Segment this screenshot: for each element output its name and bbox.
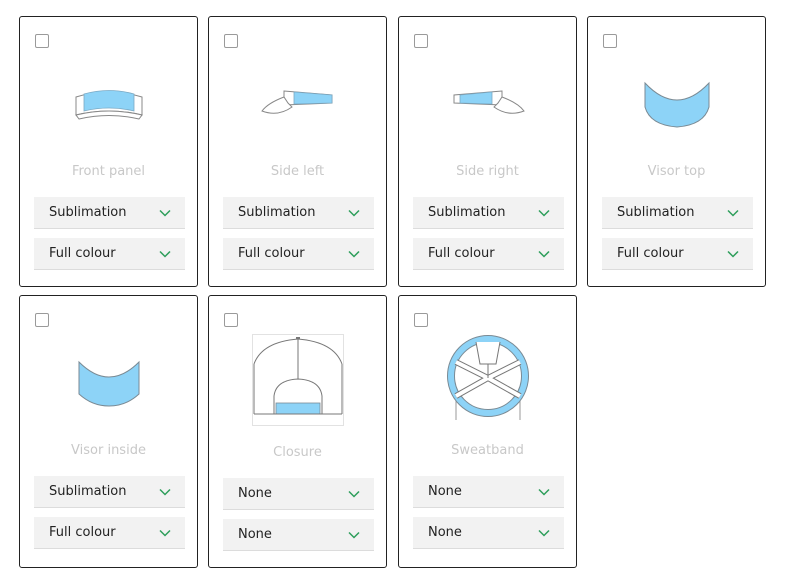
checkbox[interactable] — [35, 34, 49, 48]
technique-select[interactable]: Sublimation — [413, 197, 564, 229]
card-label: Side left — [270, 164, 325, 179]
cap-front-panel-icon — [20, 87, 197, 123]
checkbox[interactable] — [603, 34, 617, 48]
colour-select[interactable]: Full colour — [223, 238, 374, 270]
checkbox[interactable] — [414, 313, 428, 327]
cap-side-left-icon — [209, 85, 386, 121]
chevron-down-icon — [348, 531, 360, 539]
technique-select[interactable]: None — [223, 478, 374, 510]
print-area-card-sweatband: Sweatband None None — [398, 295, 577, 568]
checkbox[interactable] — [224, 34, 238, 48]
chevron-down-icon — [727, 209, 739, 217]
card-label: Sweatband — [451, 443, 524, 458]
checkbox[interactable] — [35, 313, 49, 327]
chevron-down-icon — [538, 209, 550, 217]
chevron-down-icon — [159, 488, 171, 496]
technique-select[interactable]: Sublimation — [34, 197, 185, 229]
technique-select[interactable]: Sublimation — [602, 197, 753, 229]
technique-select[interactable]: Sublimation — [223, 197, 374, 229]
chevron-down-icon — [348, 250, 360, 258]
chevron-down-icon — [348, 490, 360, 498]
colour-select[interactable]: Full colour — [34, 238, 185, 270]
chevron-down-icon — [159, 529, 171, 537]
cap-closure-icon — [209, 334, 386, 426]
print-area-card-side-left: Side left Sublimation Full colour — [208, 16, 387, 287]
card-label: Closure — [273, 445, 322, 460]
card-label: Front panel — [71, 164, 146, 179]
colour-select[interactable]: None — [413, 517, 564, 549]
card-label: Visor inside — [71, 443, 146, 458]
visor-top-icon — [588, 79, 765, 129]
print-area-card-closure: Closure None None — [208, 295, 387, 568]
checkbox[interactable] — [224, 313, 238, 327]
print-area-card-side-right: Side right Sublimation Full colour — [398, 16, 577, 287]
chevron-down-icon — [538, 250, 550, 258]
card-label: Side right — [456, 164, 519, 179]
technique-select[interactable]: Sublimation — [34, 476, 185, 508]
cap-sweatband-icon — [399, 334, 576, 422]
print-area-card-visor-inside: Visor inside Sublimation Full colour — [19, 295, 198, 568]
technique-select[interactable]: None — [413, 476, 564, 508]
chevron-down-icon — [727, 250, 739, 258]
checkbox[interactable] — [414, 34, 428, 48]
chevron-down-icon — [159, 250, 171, 258]
print-area-card-front-panel: Front panel Sublimation Full colour — [19, 16, 198, 287]
cap-side-right-icon — [399, 85, 576, 121]
chevron-down-icon — [538, 488, 550, 496]
chevron-down-icon — [348, 209, 360, 217]
colour-select[interactable]: Full colour — [413, 238, 564, 270]
chevron-down-icon — [159, 209, 171, 217]
colour-select[interactable]: None — [223, 519, 374, 551]
chevron-down-icon — [538, 529, 550, 537]
card-label: Visor top — [647, 164, 706, 179]
colour-select[interactable]: Full colour — [34, 517, 185, 549]
visor-inside-icon — [20, 358, 197, 408]
colour-select[interactable]: Full colour — [602, 238, 753, 270]
print-area-card-visor-top: Visor top Sublimation Full colour — [587, 16, 766, 287]
